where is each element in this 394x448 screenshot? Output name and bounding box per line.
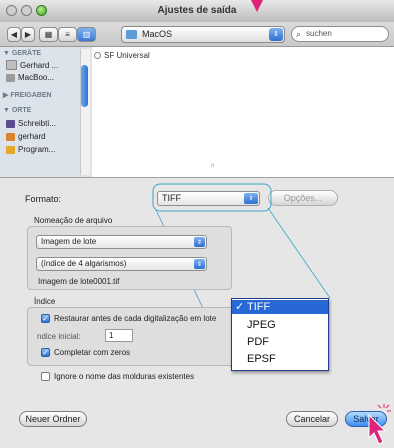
naming-pattern-value: Imagem de lote <box>41 237 97 246</box>
chevron-updown-icon: ⇕ <box>194 237 205 247</box>
ignore-names-checkbox[interactable] <box>41 372 50 381</box>
checkmark-icon: ✓ <box>235 301 245 313</box>
menu-item-tiff[interactable]: ✓ TIFF <box>232 300 328 314</box>
new-folder-button[interactable]: Neuer Ordner <box>19 411 87 427</box>
naming-example: Imagem de lote0001.tif <box>38 277 120 286</box>
ignore-names-label: Ignore o nome das molduras existentes <box>54 372 195 381</box>
zeros-checkbox[interactable]: ✓ <box>41 348 50 357</box>
chevron-updown-icon: ⇕ <box>194 259 205 269</box>
start-index-label: ndice inicial: <box>37 332 81 341</box>
index-group-title: Índice <box>34 297 56 306</box>
naming-counter-value: (índice de 4 algarismos) <box>41 259 127 268</box>
zeros-label: Completar com zeros <box>54 348 131 357</box>
menu-item-label: TIFF <box>247 301 271 313</box>
restore-checkbox[interactable]: ✓ <box>41 314 50 323</box>
menu-item-epsf[interactable]: EPSF <box>232 352 328 366</box>
mouse-cursor-icon <box>368 404 391 445</box>
naming-group-title: Nomeação de arquivo <box>34 216 113 225</box>
menu-item-jpeg[interactable]: JPEG <box>232 318 328 332</box>
naming-pattern-select[interactable]: Imagem de lote ⇕ <box>36 235 207 249</box>
naming-counter-select[interactable]: (índice de 4 algarismos) ⇕ <box>36 257 207 271</box>
restore-label: Restaurar antes de cada digitalização em… <box>54 314 217 323</box>
menu-item-pdf[interactable]: PDF <box>232 335 328 349</box>
start-index-input[interactable]: 1 <box>105 329 133 342</box>
cancel-button[interactable]: Cancelar <box>286 411 338 427</box>
format-menu: ✓ TIFF JPEG PDF EPSF <box>231 298 329 371</box>
